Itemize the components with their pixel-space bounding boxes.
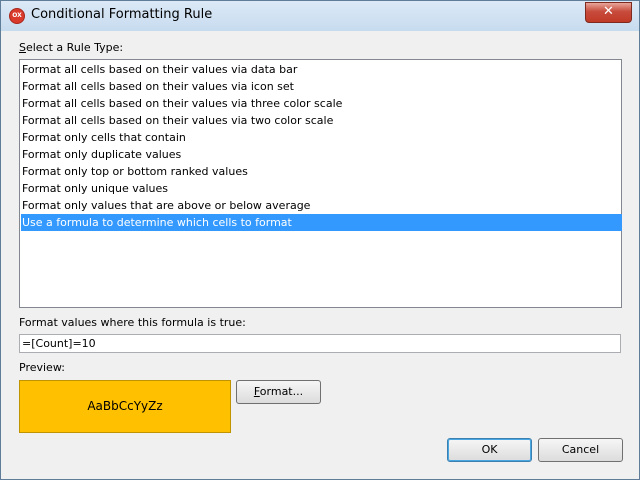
rule-type-list[interactable]: Format all cells based on their values v… bbox=[19, 59, 622, 308]
formula-input[interactable]: =[Count]=10 bbox=[19, 334, 621, 353]
rule-type-item[interactable]: Format only values that are above or bel… bbox=[21, 197, 622, 214]
format-button-label: ormat... bbox=[259, 385, 304, 398]
rule-type-item[interactable]: Use a formula to determine which cells t… bbox=[21, 214, 622, 231]
rule-type-item[interactable]: Format only unique values bbox=[21, 180, 622, 197]
dialog-title: Conditional Formatting Rule bbox=[31, 7, 213, 22]
preview-sample: AaBbCcYyZz bbox=[19, 380, 231, 433]
dialog-window: OX Conditional Formatting Rule ✕ Select … bbox=[0, 0, 640, 480]
format-button[interactable]: Format... bbox=[236, 380, 321, 404]
cancel-button[interactable]: Cancel bbox=[538, 438, 623, 462]
close-icon: ✕ bbox=[603, 4, 614, 19]
rule-type-item[interactable]: Format all cells based on their values v… bbox=[21, 78, 622, 95]
rule-type-label: Select a Rule Type: bbox=[19, 41, 123, 54]
rule-type-item[interactable]: Format all cells based on their values v… bbox=[21, 61, 622, 78]
dialog-body: Select a Rule Type: Format all cells bas… bbox=[8, 31, 632, 472]
rule-type-item[interactable]: Format only top or bottom ranked values bbox=[21, 163, 622, 180]
rule-type-item[interactable]: Format all cells based on their values v… bbox=[21, 112, 622, 129]
formula-label: Format values where this formula is true… bbox=[19, 316, 246, 329]
title-bar[interactable]: OX Conditional Formatting Rule ✕ bbox=[1, 1, 639, 31]
rule-type-item[interactable]: Format only duplicate values bbox=[21, 146, 622, 163]
ok-button[interactable]: OK bbox=[447, 438, 532, 462]
rule-type-accesskey: S bbox=[19, 41, 26, 54]
rule-type-item[interactable]: Format all cells based on their values v… bbox=[21, 95, 622, 112]
rule-type-item[interactable]: Format only cells that contain bbox=[21, 129, 622, 146]
preview-label: Preview: bbox=[19, 361, 65, 374]
rule-type-label-text: elect a Rule Type: bbox=[25, 41, 124, 54]
app-logo-icon: OX bbox=[9, 8, 25, 24]
close-button[interactable]: ✕ bbox=[585, 2, 632, 23]
app-logo-text: OX bbox=[12, 12, 22, 19]
